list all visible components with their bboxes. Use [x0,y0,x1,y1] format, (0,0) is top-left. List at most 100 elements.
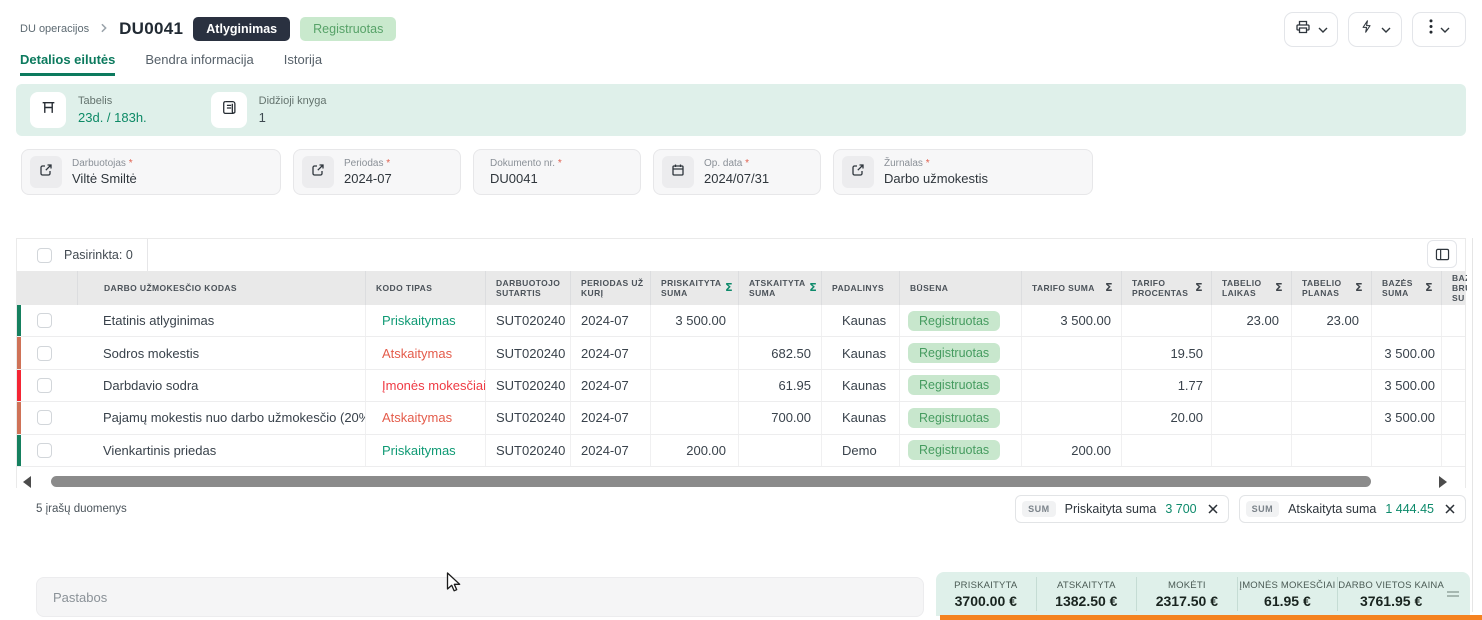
column-label: ATSKAITYTA SUMA [749,278,805,298]
header-cell-darbuotojo-sutartis[interactable]: DARBUOTOJO SUTARTIS [485,271,570,305]
row-type-strip [17,402,21,433]
field-dokumento-nr[interactable]: Dokumento nr. *DU0041 [473,149,641,195]
more-button[interactable] [1412,12,1466,47]
cell-bazės-suma: 3 500.00 [1371,337,1441,368]
sum-chip-tag: SUM [1022,501,1056,517]
field-value: 2024-07 [344,171,392,186]
cell-tabelio-planas [1291,435,1371,466]
automations-button[interactable] [1348,12,1402,47]
row-type-strip [17,305,21,336]
select-all-checkbox[interactable] [37,248,52,263]
sum-sigma-icon[interactable]: Σ [1425,283,1433,293]
cell-tabelio-laikas [1211,370,1291,401]
notes-input[interactable] [37,578,923,616]
summary-drag-handle[interactable] [1444,589,1470,599]
column-label: BAZĖS SUMA [1382,278,1421,298]
cell-kodo-tipas: Atskaitymas [365,402,485,433]
cell-baz-bru-su [1441,435,1467,466]
header-cell-bazės-suma[interactable]: BAZĖS SUMA Σ [1371,271,1441,305]
close-icon[interactable] [1443,504,1455,514]
sum-sigma-icon[interactable]: Σ [1355,283,1363,293]
close-icon[interactable] [1206,504,1218,514]
horizontal-scrollbar[interactable] [19,475,1463,488]
summary-stat-value: 1382.50 € [1055,593,1117,609]
header-cell-tabelio-planas[interactable]: TABELIO PLANASΣ [1291,271,1371,305]
row-checkbox[interactable] [37,443,52,458]
column-label: PERIODAS UŽ KURĮ [581,278,650,298]
cell-darbo-užmokesčio-kodas: Darbdavio sodra [77,370,365,401]
cell-darbuotojo-sutartis: SUT020240 [485,435,570,466]
table-row[interactable]: Sodros mokestisAtskaitymasSUT0202402024-… [17,337,1465,369]
chevron-down-icon [1381,20,1391,38]
header-cell-tarifo-procentas[interactable]: TARIFO PROCENTASΣ [1121,271,1211,305]
scrollbar-thumb[interactable] [51,476,1371,487]
table-row[interactable]: Vienkartinis priedasPriskaitymasSUT02024… [17,435,1465,467]
tab-bendra-informacija[interactable]: Bendra informacija [145,52,253,76]
scroll-left-icon[interactable] [23,475,32,493]
row-checkbox[interactable] [37,346,52,361]
cell-tabelio-laikas: 23.00 [1211,305,1291,336]
header-cell-atskaityta-suma[interactable]: ATSKAITYTA SUMA Σ [738,271,821,305]
header-cell-baz-bru-su[interactable]: BAZ BRU SU [1441,271,1467,305]
column-label: TABELIO LAIKAS [1222,278,1271,298]
header-cell-tabelio-laikas[interactable]: TABELIO LAIKAS Σ [1211,271,1291,305]
header-cell-priskaityta-suma[interactable]: PRISKAITYTA SUMAΣ [650,271,738,305]
sum-sigma-icon[interactable]: Σ [1275,283,1283,293]
header-cell-darbo-užmokesčio-kodas[interactable]: DARBO UŽMOKESČIO KODAS [77,271,365,305]
banner-item-tabelis[interactable]: Tabelis23d. / 183h. [30,92,147,128]
sum-sigma-icon[interactable]: Σ [809,283,817,293]
sum-sigma-icon[interactable]: Σ [1105,283,1113,293]
field-label: Op. data * [704,158,769,169]
table-row[interactable]: Pajamų mokestis nuo darbo užmokesčio (20… [17,402,1465,434]
chevron-down-icon [1440,20,1450,38]
header-cell-periodas-už-kurį[interactable]: PERIODAS UŽ KURĮ [570,271,650,305]
cell-baz-bru-su [1441,370,1467,401]
tab-detalios-eilutės[interactable]: Detalios eilutės [20,52,115,76]
cell-darbo-užmokesčio-kodas: Sodros mokestis [77,337,365,368]
row-type-strip [17,435,21,466]
field-periodas[interactable]: Periodas *2024-07 [293,149,461,195]
required-asterisk: * [926,158,930,169]
field-op-data[interactable]: Op. data *2024/07/31 [653,149,821,195]
sum-sigma-icon[interactable]: Σ [725,283,733,293]
table-row[interactable]: Etatinis atlyginimasPriskaitymasSUT02024… [17,305,1465,337]
sum-sigma-icon[interactable]: Σ [1195,283,1203,293]
scroll-right-icon[interactable] [1438,475,1447,493]
row-status-badge: Registruotas [908,343,1000,363]
required-asterisk: * [386,158,390,169]
row-checkbox[interactable] [37,410,52,425]
cell-kodo-tipas: Įmonės mokesčiai [365,370,485,401]
field-darbuotojas[interactable]: Darbuotojas *Viltė Smiltė [21,149,281,195]
vertical-scrollbar-track[interactable] [1472,238,1473,612]
field-žurnalas[interactable]: Žurnalas *Darbo užmokestis [833,149,1093,195]
cell-darbuotojo-sutartis: SUT020240 [485,305,570,336]
header-cell-būsena[interactable]: BŪSENA [899,271,1021,305]
field-value: Darbo užmokestis [884,171,988,186]
row-checkbox[interactable] [37,313,52,328]
print-button[interactable] [1284,12,1338,47]
breadcrumb[interactable]: DU operacijos [20,23,89,35]
summary-stat-value: 61.95 € [1264,593,1311,609]
table-header-row: DARBO UŽMOKESČIO KODASKODO TIPASDARBUOTO… [17,271,1465,305]
cell-tabelio-planas [1291,370,1371,401]
cell-priskaityta-suma: 200.00 [650,435,738,466]
header-cell-padalinys[interactable]: PADALINYS [821,271,899,305]
required-asterisk: * [745,158,749,169]
table-row[interactable]: Darbdavio sodraĮmonės mokesčiaiSUT020240… [17,370,1465,402]
column-label: BŪSENA [910,283,1021,293]
banner-item-didžioji-knyga[interactable]: Didžioji knyga1 [211,92,327,128]
row-checkbox[interactable] [37,378,52,393]
cell-tarifo-suma [1021,370,1121,401]
cell-baz-bru-su [1441,305,1467,336]
column-settings-button[interactable] [1427,240,1457,268]
header-cell-kodo-tipas[interactable]: KODO TIPAS [365,271,485,305]
column-label: PADALINYS [832,283,899,293]
chevron-down-icon [1318,20,1328,38]
timesheet-icon [40,99,57,121]
cell-tabelio-laikas [1211,435,1291,466]
summary-stat-darbo-vietos-kaina: DARBO VIETOS KAINA3761.95 € [1337,577,1444,611]
tab-istorija[interactable]: Istorija [284,52,322,76]
banner-item-label: Didžioji knyga [259,95,327,107]
header-cell-tarifo-suma[interactable]: TARIFO SUMAΣ [1021,271,1121,305]
row-status-badge: Registruotas [908,408,1000,428]
